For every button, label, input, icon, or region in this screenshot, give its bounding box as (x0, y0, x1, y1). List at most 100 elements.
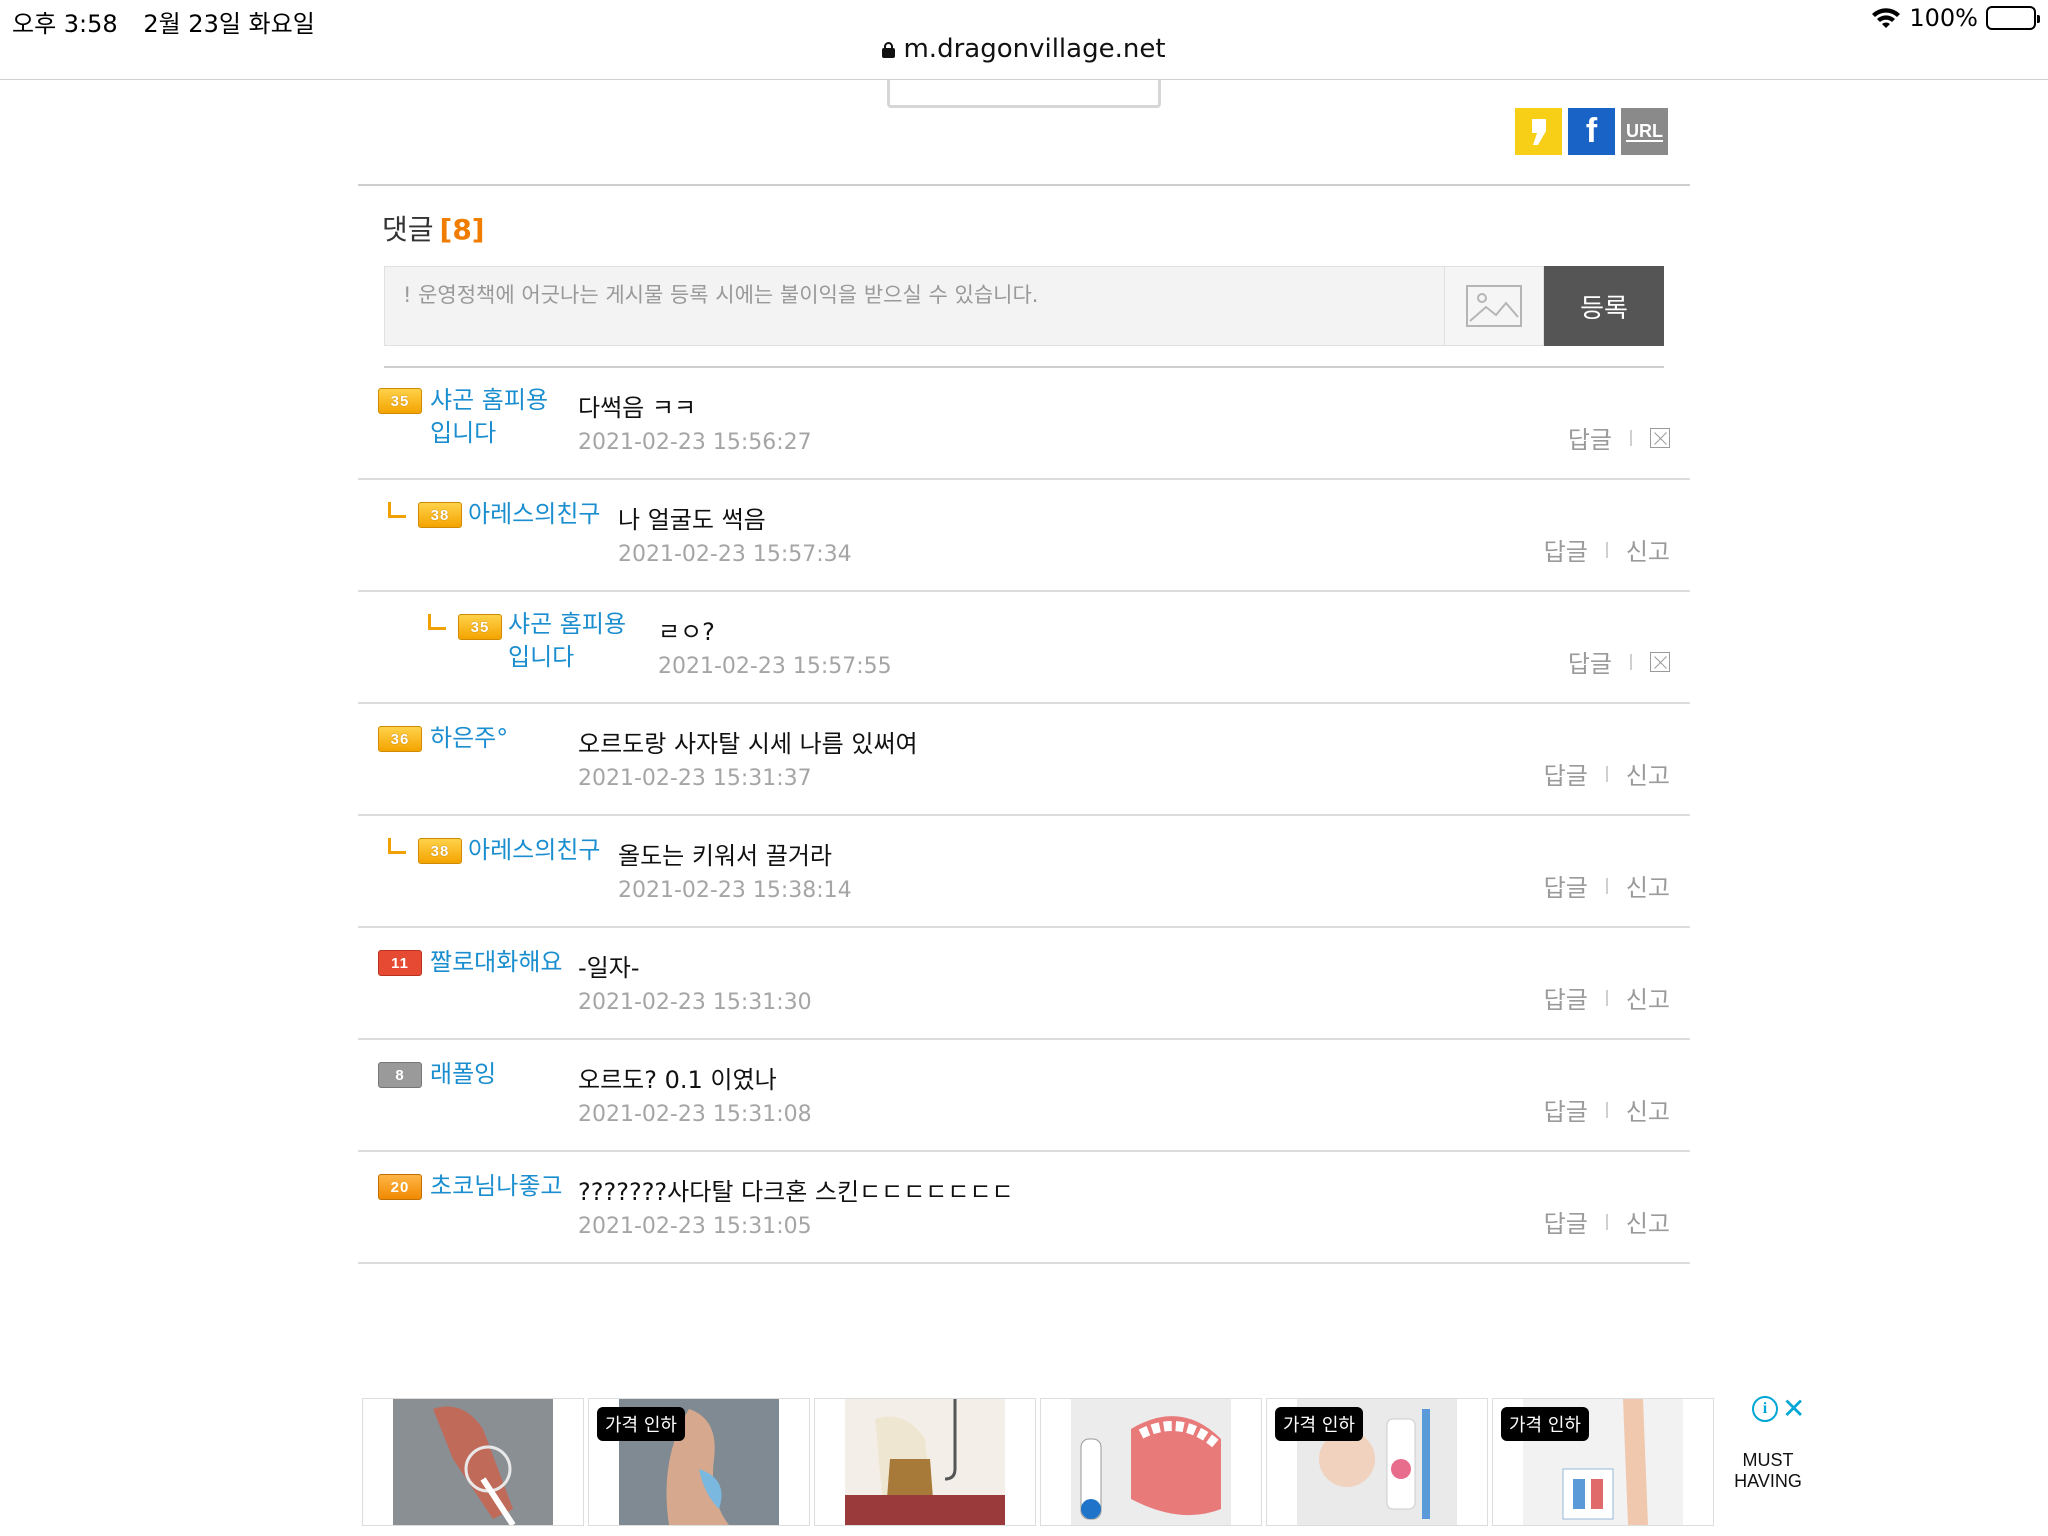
level-badge: 8 (378, 1062, 422, 1088)
ad-item[interactable]: 가격 인하 (1492, 1398, 1714, 1526)
comment-date: 2021-02-23 15:57:55 (658, 654, 892, 679)
facebook-share-button[interactable]: f (1568, 108, 1615, 155)
reply-arrow-icon (388, 838, 406, 854)
action-separator (1605, 1101, 1608, 1118)
report-button[interactable]: 신고 (1626, 868, 1670, 903)
submit-comment-button[interactable]: 등록 (1544, 266, 1664, 346)
reply-button[interactable]: 답글 (1544, 1204, 1588, 1239)
comment-author[interactable]: 초코님나좋고 (430, 1170, 562, 1203)
comment-date: 2021-02-23 15:38:14 (618, 878, 852, 903)
ad-image (1071, 1399, 1231, 1525)
level-badge: 11 (378, 950, 422, 976)
report-button[interactable]: 신고 (1626, 1092, 1670, 1127)
comment-actions: 답글 신고 (1544, 980, 1670, 1015)
comment-author[interactable]: 아레스의친구 (468, 498, 600, 531)
ad-item[interactable] (814, 1398, 1036, 1526)
ad-image (393, 1399, 553, 1525)
submit-label: 등록 (1580, 293, 1628, 324)
comment-date: 2021-02-23 15:31:08 (578, 1102, 812, 1127)
comment-actions: 답글 신고 (1544, 1092, 1670, 1127)
comment-actions: 답글 (1568, 420, 1670, 455)
action-separator (1605, 541, 1608, 558)
address-bar[interactable]: m.dragonvillage.net (0, 34, 2048, 64)
comment-row: 36 하은주° 오르도랑 사자탈 시세 나름 있써여 2021-02-23 15… (358, 704, 1690, 816)
ad-banner: 가격 인하 가격 인하 가격 인하 (362, 1398, 1718, 1526)
comment-row: 35 샤곤 홈피용 입니다 ㄹㅇ? 2021-02-23 15:57:55 답글 (358, 592, 1690, 704)
comment-row: 35 샤곤 홈피용 입니다 다썩음 ㅋㅋ 2021-02-23 15:56:27 … (358, 368, 1690, 480)
comment-text: ㄹㅇ? (658, 618, 715, 646)
reply-button[interactable]: 답글 (1544, 980, 1588, 1015)
level-badge: 38 (418, 502, 462, 528)
level-badge: 35 (378, 388, 422, 414)
comment-header: 댓글 [8] (382, 208, 485, 248)
action-separator (1630, 653, 1632, 670)
comment-author[interactable]: 래폴잉 (430, 1058, 496, 1091)
level-badge: 38 (418, 838, 462, 864)
action-separator (1605, 989, 1608, 1006)
comment-date: 2021-02-23 15:31:30 (578, 990, 812, 1015)
comment-author[interactable]: 하은주° (430, 722, 508, 755)
image-icon (1466, 285, 1522, 327)
delete-icon[interactable] (1650, 427, 1670, 448)
comment-actions: 답글 신고 (1544, 532, 1670, 567)
comment-text: 나 얼굴도 썩음 (618, 506, 766, 534)
url-icon: URL (1626, 120, 1663, 142)
ad-item[interactable]: 가격 인하 (1266, 1398, 1488, 1526)
ad-info-icon[interactable]: i (1752, 1396, 1778, 1422)
comment-count: [8] (439, 213, 485, 246)
reply-button[interactable]: 답글 (1544, 756, 1588, 791)
ad-item[interactable] (362, 1398, 584, 1526)
reply-button[interactable]: 답글 (1544, 1092, 1588, 1127)
reply-button[interactable]: 답글 (1544, 868, 1588, 903)
previous-content-box (887, 80, 1161, 108)
ad-item[interactable]: 가격 인하 (588, 1398, 810, 1526)
ad-brand[interactable]: MUST HAVING (1728, 1450, 1808, 1492)
battery-icon (1986, 6, 2040, 30)
level-badge: 35 (458, 614, 502, 640)
comment-input[interactable]: ! 운영정책에 어긋나는 게시물 등록 시에는 불이익을 받으실 수 있습니다. (384, 266, 1446, 346)
battery-percent: 100% (1909, 4, 1978, 32)
comment-date: 2021-02-23 15:31:05 (578, 1214, 812, 1239)
comment-text: ???????사다탈 다크혼 스킨ㄷㄷㄷㄷㄷㄷㄷ (578, 1178, 1014, 1206)
url-copy-button[interactable]: URL (1621, 108, 1668, 155)
facebook-icon: f (1585, 112, 1598, 150)
delete-icon[interactable] (1650, 651, 1670, 672)
comment-date: 2021-02-23 15:56:27 (578, 430, 812, 455)
action-separator (1605, 765, 1608, 782)
comment-date: 2021-02-23 15:31:37 (578, 766, 812, 791)
kakao-share-button[interactable] (1515, 108, 1562, 155)
url-text: m.dragonvillage.net (903, 34, 1166, 64)
comment-actions: 답글 신고 (1544, 756, 1670, 791)
action-separator (1605, 1213, 1608, 1230)
reply-button[interactable]: 답글 (1544, 532, 1588, 567)
report-button[interactable]: 신고 (1626, 756, 1670, 791)
comment-actions: 답글 (1568, 644, 1670, 679)
level-badge: 20 (378, 1174, 422, 1200)
comment-actions: 답글 신고 (1544, 868, 1670, 903)
comment-author[interactable]: 아레스의친구 (468, 834, 600, 867)
comment-text: -일자- (578, 954, 640, 982)
kakao-story-icon (1531, 118, 1546, 145)
comment-text: 다썩음 ㅋㅋ (578, 394, 697, 422)
ad-item[interactable] (1040, 1398, 1262, 1526)
comment-author[interactable]: 짤로대화해요 (430, 946, 562, 979)
level-badge: 36 (378, 726, 422, 752)
comment-date: 2021-02-23 15:57:34 (618, 542, 852, 567)
ad-controls: i ✕ (1752, 1395, 1805, 1423)
comment-row: 38 아레스의친구 올도는 키워서 끌거라 2021-02-23 15:38:1… (358, 816, 1690, 928)
comment-title: 댓글 (382, 213, 434, 246)
ad-close-icon[interactable]: ✕ (1782, 1395, 1805, 1423)
comment-row: 11 짤로대화해요 -일자- 2021-02-23 15:31:30 답글 신고 (358, 928, 1690, 1040)
comment-author[interactable]: 샤곤 홈피용 입니다 (430, 384, 548, 450)
ad-price-tag: 가격 인하 (597, 1407, 685, 1441)
reply-button[interactable]: 답글 (1568, 644, 1612, 679)
report-button[interactable]: 신고 (1626, 532, 1670, 567)
report-button[interactable]: 신고 (1626, 1204, 1670, 1239)
reply-button[interactable]: 답글 (1568, 420, 1612, 455)
attach-image-button[interactable] (1444, 266, 1544, 346)
report-button[interactable]: 신고 (1626, 980, 1670, 1015)
comment-text: 오르도랑 사자탈 시세 나름 있써여 (578, 730, 918, 758)
comment-placeholder: ! 운영정책에 어긋나는 게시물 등록 시에는 불이익을 받으실 수 있습니다. (403, 283, 1039, 307)
action-separator (1630, 429, 1632, 446)
comment-author[interactable]: 샤곤 홈피용 입니다 (508, 608, 626, 674)
